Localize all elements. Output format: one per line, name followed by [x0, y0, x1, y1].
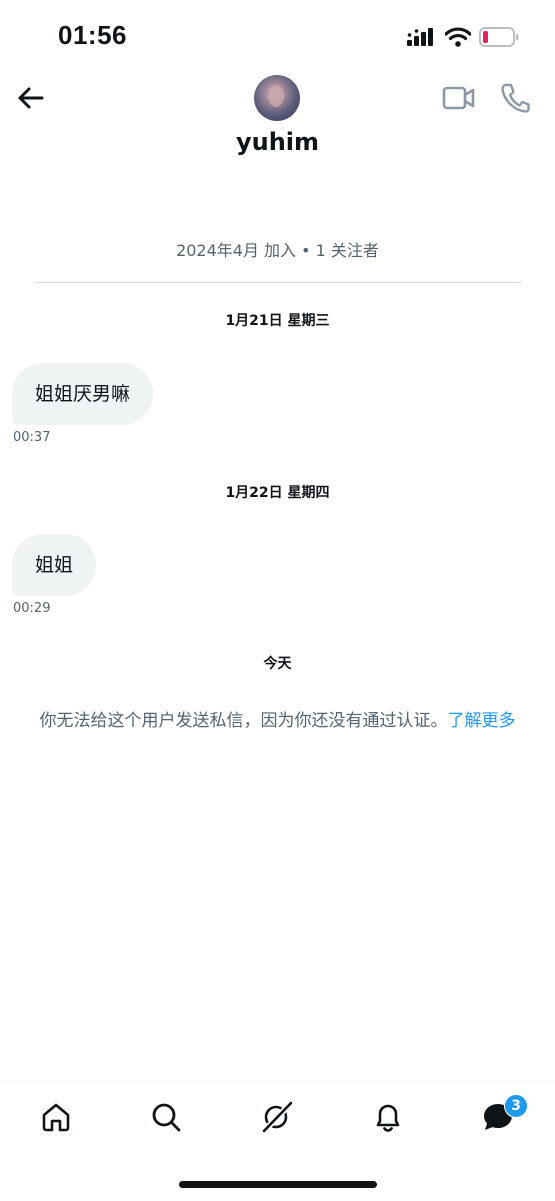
date-separator-today: 今天 [263, 656, 292, 672]
divider [34, 282, 521, 283]
message-bubble[interactable]: 姐姐 [12, 534, 97, 596]
display-name[interactable]: yuhim [0, 128, 555, 156]
message-time: 00:29 [13, 601, 51, 616]
date-separator: 1月21日 星期三 [225, 313, 330, 329]
avatar-image [268, 85, 284, 107]
video-call-button[interactable] [442, 84, 476, 112]
status-time: 01:56 [58, 20, 127, 50]
back-button[interactable] [12, 80, 48, 116]
cellular-signal-icon [407, 28, 433, 46]
grok-icon [261, 1100, 294, 1134]
video-camera-icon [442, 86, 475, 110]
dm-restriction-notice: 你无法给这个用户发送私信，因为你还没有通过认证。了解更多 [0, 706, 555, 731]
battery-low-icon [479, 27, 519, 47]
wifi-icon [445, 27, 471, 47]
learn-more-link[interactable]: 了解更多 [448, 711, 516, 731]
status-icons [407, 24, 519, 50]
home-indicator [179, 1181, 377, 1188]
phone-icon [501, 83, 530, 113]
messages-badge: 3 [504, 1094, 528, 1118]
notice-text: 你无法给这个用户发送私信，因为你还没有通过认证。 [39, 711, 448, 731]
profile-joined-info: 2024年4月 加入 • 1 关注者 [176, 241, 379, 260]
home-icon [42, 1103, 70, 1132]
voice-call-button[interactable] [500, 82, 530, 114]
message-time: 00:37 [13, 430, 51, 445]
date-separator: 1月22日 星期四 [225, 485, 330, 501]
nav-grok[interactable] [257, 1097, 297, 1137]
nav-home[interactable] [36, 1097, 76, 1137]
message-bubble[interactable]: 姐姐厌男嘛 [12, 363, 154, 425]
nav-notifications[interactable] [368, 1097, 408, 1137]
nav-search[interactable] [146, 1097, 186, 1137]
search-icon [152, 1103, 181, 1132]
bell-icon [376, 1104, 400, 1132]
arrow-left-icon [18, 87, 44, 109]
avatar[interactable] [254, 75, 300, 121]
